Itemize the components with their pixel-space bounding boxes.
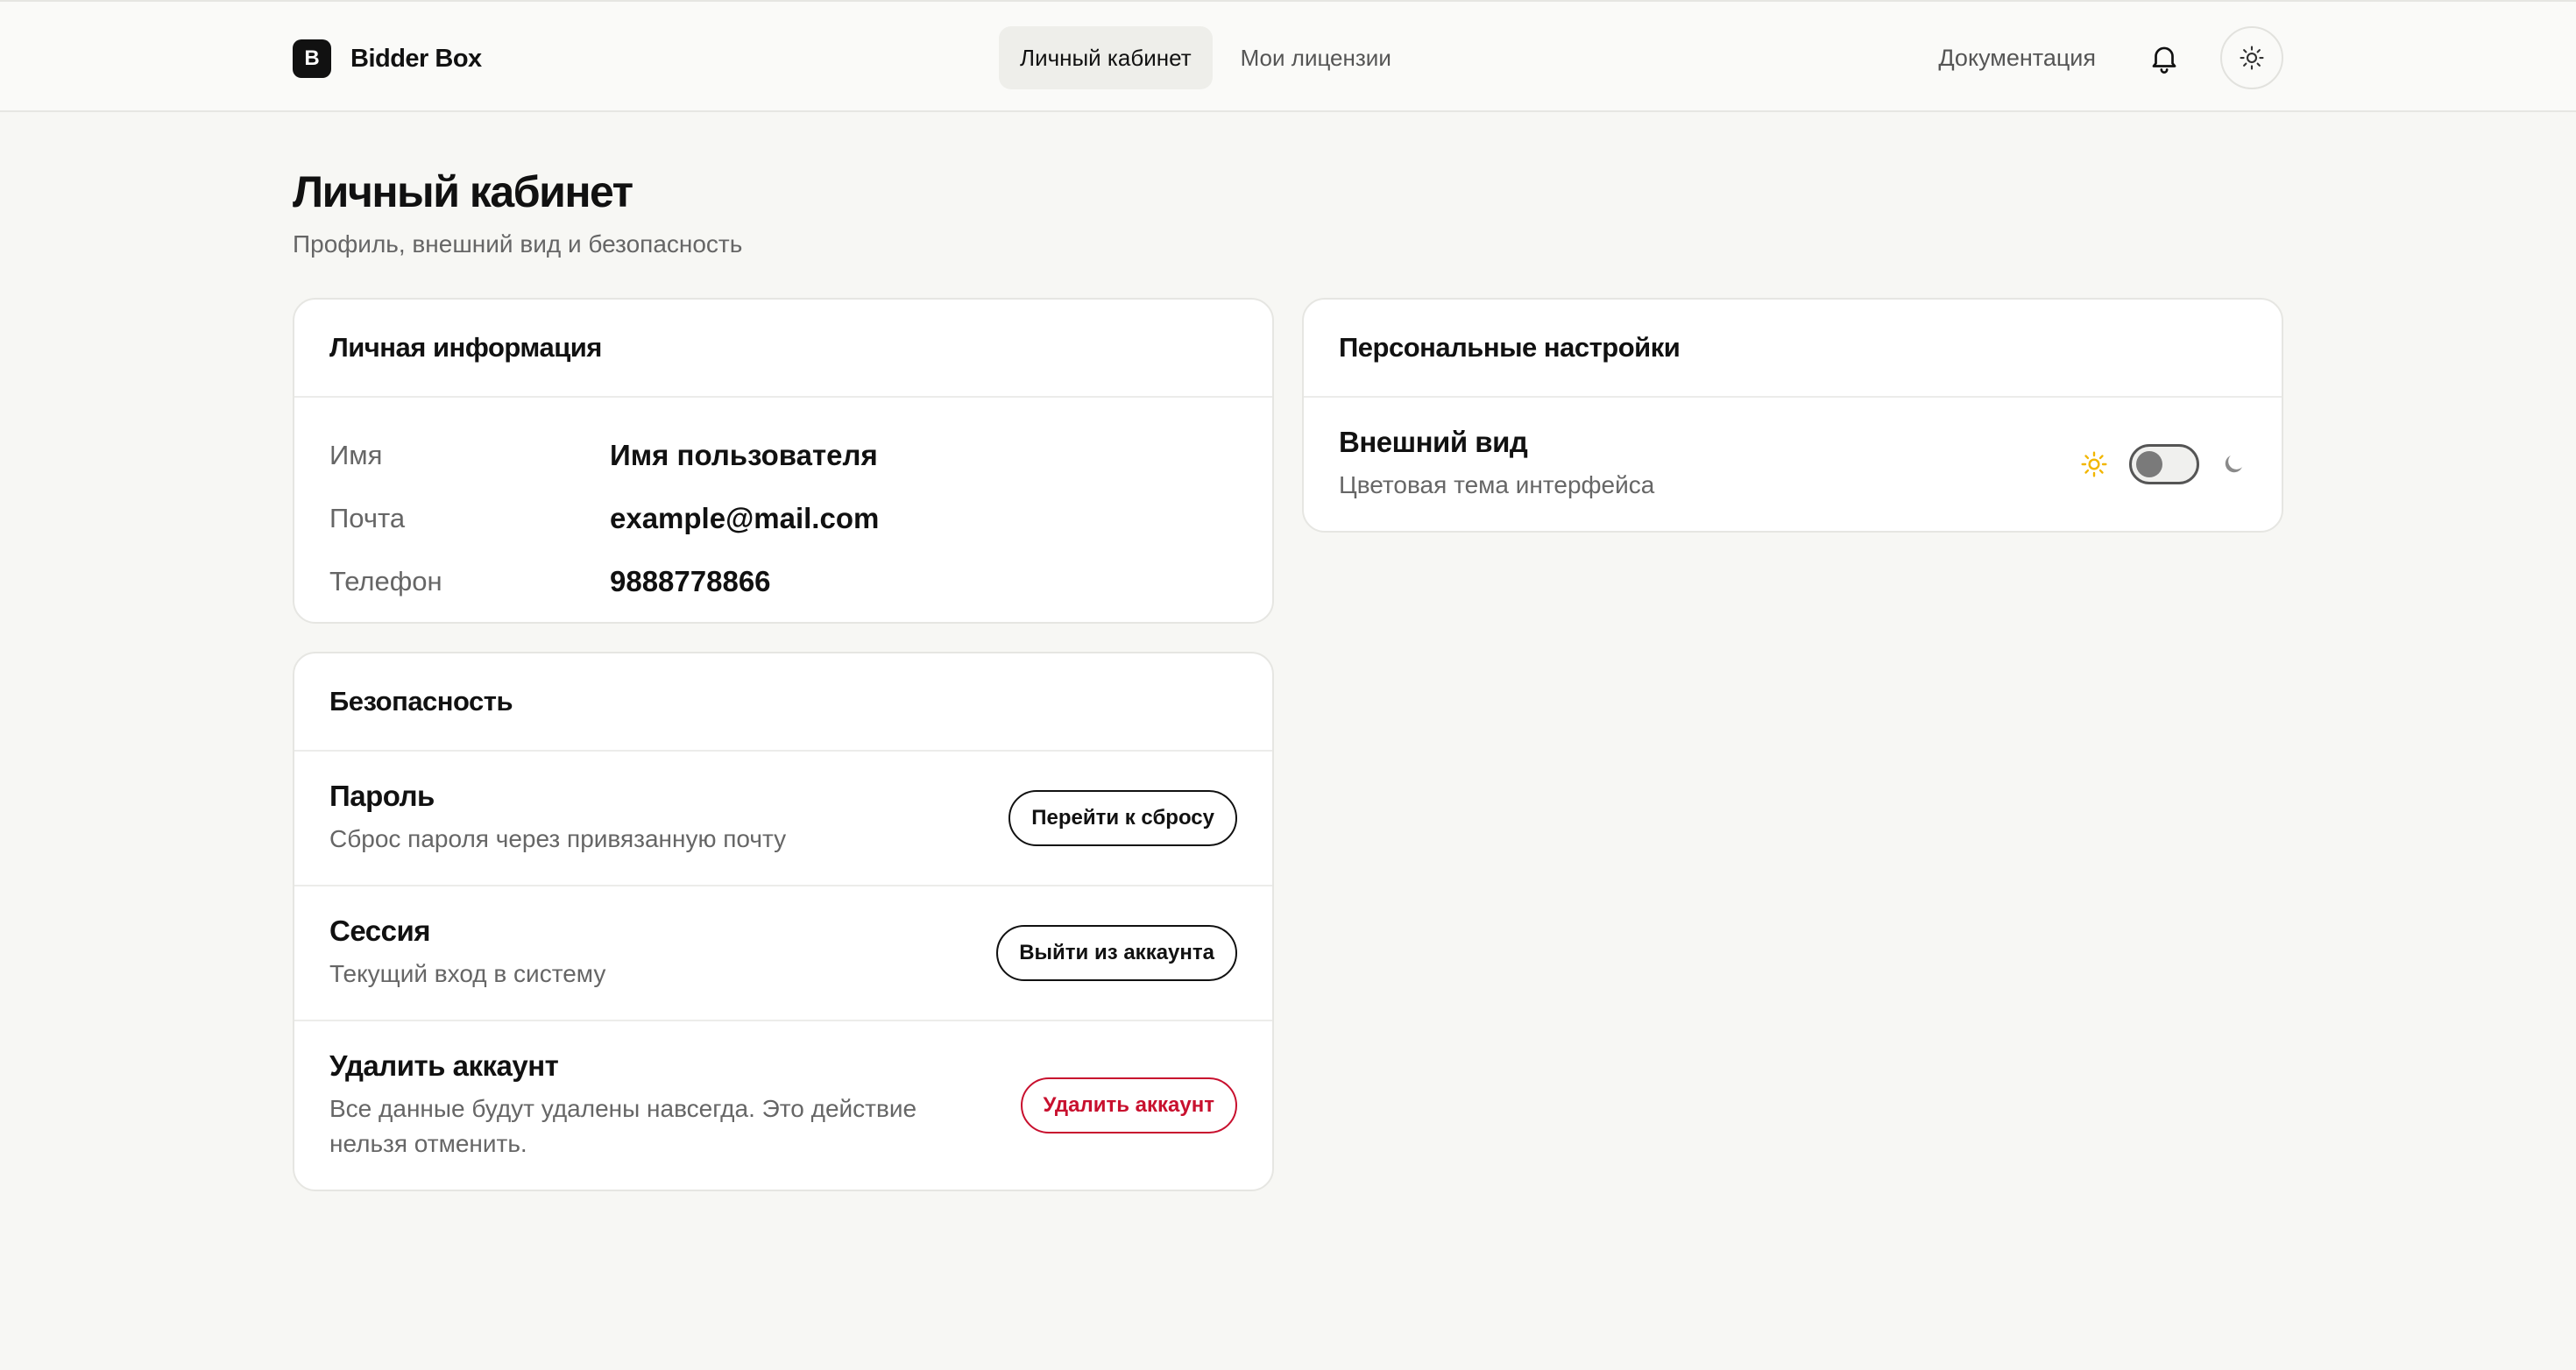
info-value: 9888778866 — [610, 565, 771, 597]
tab-personal-account[interactable]: Личный кабинет — [999, 26, 1213, 89]
info-label: Имя — [329, 440, 383, 470]
appearance-desc: Цветовая тема интерфейса — [1339, 471, 1655, 498]
password-desc: Сброс пароля через привязанную почту — [329, 825, 787, 852]
session-title: Сессия — [329, 915, 431, 947]
security-title: Безопасность — [294, 653, 1272, 752]
toggle-knob — [2136, 451, 2162, 477]
info-label: Телефон — [329, 566, 442, 597]
appearance-row: Внешний вид Цветовая тема интерфейса — [1304, 398, 2282, 531]
info-row-phone: Телефон 9888778866 — [329, 550, 1237, 613]
preferences-title: Персональные настройки — [1304, 300, 2282, 398]
info-value: example@mail.com — [610, 502, 880, 534]
documentation-link[interactable]: Документация — [1938, 45, 2096, 72]
security-row-delete: Удалить аккаунт Все данные будут удалены… — [294, 1021, 1272, 1190]
appearance-title: Внешний вид — [1339, 426, 1528, 458]
theme-switch-group — [2080, 444, 2247, 484]
moon-icon — [2225, 455, 2242, 473]
brand-logo-mark: B — [293, 39, 331, 78]
brand-logo[interactable]: B Bidder Box — [293, 39, 482, 78]
preferences-card: Персональные настройки Внешний вид Цвето… — [1302, 298, 2283, 533]
info-label: Почта — [329, 503, 406, 533]
info-row-email: Почта example@mail.com — [329, 487, 1237, 550]
page-subtitle: Профиль, внешний вид и безопасность — [293, 230, 743, 258]
delete-account-desc: Все данные будут удалены навсегда. Это д… — [329, 1095, 917, 1157]
top-header: B Bidder Box Личный кабинет Мои лицензии… — [0, 0, 2576, 112]
logout-button[interactable]: Выйти из аккаунта — [996, 925, 1237, 981]
info-row-name: Имя Имя пользователя — [329, 424, 1237, 487]
personal-info-list: Имя Имя пользователя Почта example@mail.… — [294, 398, 1272, 613]
theme-toggle-button[interactable] — [2220, 26, 2283, 89]
personal-info-card: Личная информация Имя Имя пользователя П… — [293, 298, 1274, 624]
personal-info-title: Личная информация — [294, 300, 1272, 398]
sun-icon — [2081, 451, 2107, 477]
tab-my-licenses[interactable]: Мои лицензии — [1220, 26, 1412, 89]
reset-password-button[interactable]: Перейти к сбросу — [1008, 790, 1237, 846]
security-card: Безопасность Пароль Сброс пароля через п… — [293, 652, 1274, 1191]
header-actions: Документация — [1938, 26, 2283, 89]
dark-mode-toggle[interactable] — [2129, 444, 2199, 484]
delete-account-button[interactable]: Удалить аккаунт — [1020, 1077, 1237, 1133]
security-row-session: Сессия Текущий вход в систему Выйти из а… — [294, 886, 1272, 1021]
security-row-password: Пароль Сброс пароля через привязанную по… — [294, 752, 1272, 886]
password-title: Пароль — [329, 780, 435, 812]
info-value: Имя пользователя — [610, 439, 878, 471]
session-desc: Текущий вход в систему — [329, 960, 606, 987]
sun-icon — [2240, 46, 2264, 70]
brand-name: Bidder Box — [350, 44, 482, 73]
main-nav: Личный кабинет Мои лицензии — [999, 26, 1419, 89]
bell-icon[interactable] — [2145, 39, 2183, 77]
page-title: Личный кабинет — [293, 167, 633, 216]
delete-account-title: Удалить аккаунт — [329, 1049, 559, 1082]
